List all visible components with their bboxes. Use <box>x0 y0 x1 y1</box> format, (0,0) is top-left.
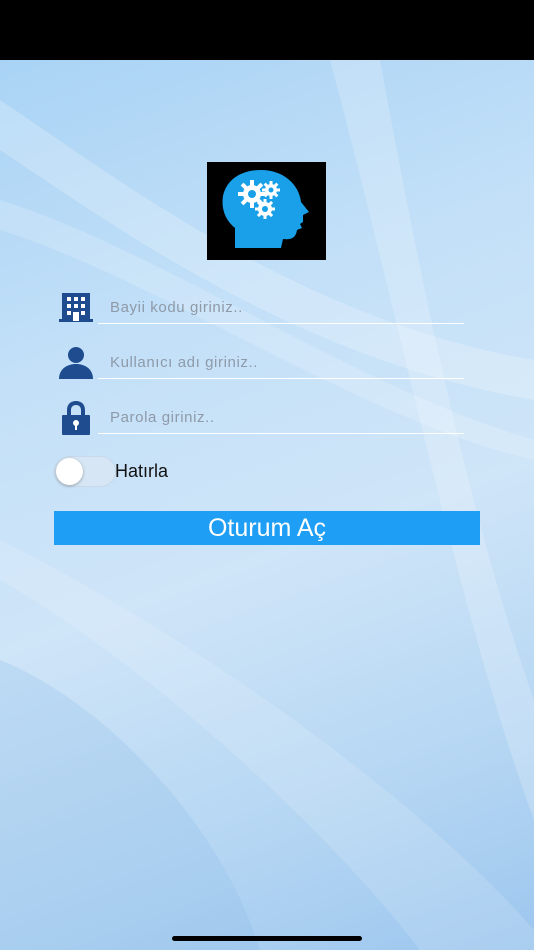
building-icon <box>56 288 96 328</box>
remember-toggle[interactable] <box>54 456 116 487</box>
brain-gears-icon <box>222 170 309 248</box>
password-row <box>56 398 466 438</box>
login-button[interactable]: Oturum Aç <box>54 511 480 545</box>
status-bar <box>0 0 534 60</box>
app-logo <box>207 162 326 260</box>
username-row <box>56 343 466 383</box>
password-input[interactable] <box>98 402 464 434</box>
lock-icon <box>56 398 96 438</box>
username-input[interactable] <box>98 347 464 379</box>
login-screen: Hatırla Oturum Aç <box>0 60 534 950</box>
remember-label: Hatırla <box>115 461 169 481</box>
user-icon <box>56 343 96 383</box>
dealer-code-input[interactable] <box>98 292 464 324</box>
home-indicator <box>172 936 362 941</box>
toggle-knob <box>56 458 83 485</box>
remember-me: Hatırla <box>54 456 254 488</box>
dealer-code-row <box>56 288 466 328</box>
